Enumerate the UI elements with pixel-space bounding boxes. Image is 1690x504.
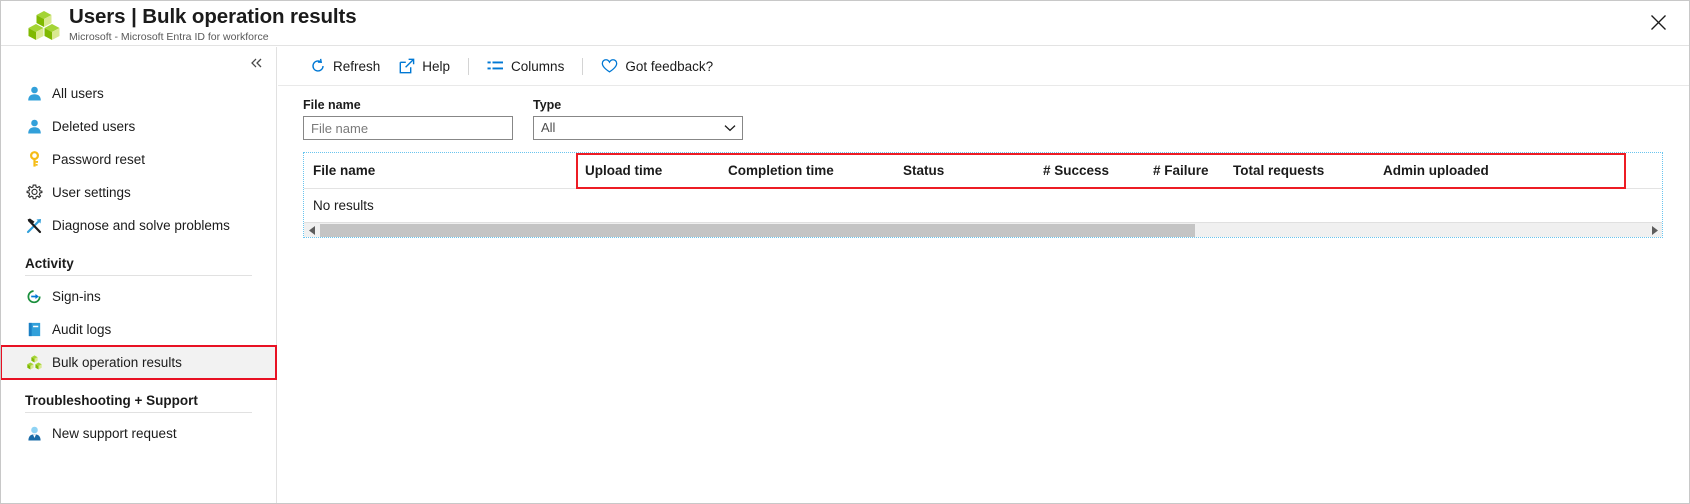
- results-table-region: File name Upload time Completion time St…: [303, 152, 1663, 238]
- sidebar-section-troubleshooting-title: Troubleshooting + Support: [1, 393, 276, 408]
- filter-bar: File name Type All: [278, 86, 1690, 140]
- type-select[interactable]: All: [533, 116, 743, 140]
- toolbar-separator: [468, 58, 469, 75]
- external-link-icon: [398, 58, 415, 75]
- sign-in-arrow-icon: [25, 288, 43, 306]
- chevron-double-left-icon[interactable]: [246, 53, 268, 73]
- triangle-right-icon[interactable]: [1646, 223, 1662, 238]
- sidebar-item-label: Password reset: [52, 152, 145, 167]
- sidebar-item-bulk-operation-results[interactable]: Bulk operation results: [1, 346, 276, 379]
- sidebar-item-label: New support request: [52, 426, 177, 441]
- column-header-completion-time[interactable]: Completion time: [719, 163, 894, 178]
- scrollbar-track[interactable]: [320, 224, 1646, 237]
- sidebar-item-label: Bulk operation results: [52, 355, 182, 370]
- horizontal-scrollbar[interactable]: [304, 222, 1662, 237]
- sidebar-item-label: Deleted users: [52, 119, 135, 134]
- bulk-operation-icon: [25, 354, 43, 372]
- type-select-wrap: All: [533, 116, 743, 140]
- sidebar-item-user-settings[interactable]: User settings: [1, 176, 276, 209]
- close-icon[interactable]: [1643, 7, 1673, 37]
- column-header-status[interactable]: Status: [894, 163, 1034, 178]
- users-cubes-icon: [25, 5, 63, 43]
- got-feedback-button[interactable]: Got feedback?: [592, 51, 722, 81]
- heart-icon: [601, 58, 618, 75]
- columns-button[interactable]: Columns: [478, 51, 573, 81]
- sidebar-item-label: All users: [52, 86, 104, 101]
- sidebar: All users Deleted users Pa: [1, 47, 277, 504]
- table-empty-row: No results: [304, 189, 1662, 222]
- column-header-success-count[interactable]: # Success: [1034, 163, 1144, 178]
- file-name-input[interactable]: [303, 116, 513, 140]
- column-header-file-name[interactable]: File name: [304, 163, 576, 178]
- sidebar-item-diagnose-and-solve-problems[interactable]: Diagnose and solve problems: [1, 209, 276, 242]
- book-icon: [25, 321, 43, 339]
- sidebar-item-all-users[interactable]: All users: [1, 77, 276, 110]
- sidebar-item-label: Diagnose and solve problems: [52, 218, 230, 233]
- column-header-admin-uploaded[interactable]: Admin uploaded: [1374, 163, 1534, 178]
- sidebar-divider: [25, 412, 252, 413]
- refresh-label: Refresh: [333, 59, 380, 74]
- sidebar-item-label: Audit logs: [52, 322, 111, 337]
- sidebar-divider: [25, 275, 252, 276]
- support-person-icon: [25, 425, 43, 443]
- gear-icon: [25, 184, 43, 202]
- help-label: Help: [422, 59, 450, 74]
- sidebar-item-deleted-users[interactable]: Deleted users: [1, 110, 276, 143]
- table-header-row: File name Upload time Completion time St…: [304, 153, 1662, 189]
- file-name-label: File name: [303, 98, 513, 112]
- sidebar-item-label: Sign-ins: [52, 289, 101, 304]
- file-name-filter-group: File name: [303, 98, 513, 140]
- type-filter-group: Type All: [533, 98, 743, 140]
- column-header-upload-time[interactable]: Upload time: [576, 163, 719, 178]
- got-feedback-label: Got feedback?: [625, 59, 713, 74]
- sidebar-item-label: User settings: [52, 185, 131, 200]
- sidebar-item-password-reset[interactable]: Password reset: [1, 143, 276, 176]
- column-header-failure-count[interactable]: # Failure: [1144, 163, 1224, 178]
- toolbar-separator: [582, 58, 583, 75]
- sidebar-item-new-support-request[interactable]: New support request: [1, 417, 276, 450]
- column-header-total-requests[interactable]: Total requests: [1224, 163, 1374, 178]
- help-button[interactable]: Help: [389, 51, 459, 81]
- title-text-group: Users | Bulk operation results Microsoft…: [69, 4, 357, 44]
- sidebar-item-sign-ins[interactable]: Sign-ins: [1, 280, 276, 313]
- sidebar-item-audit-logs[interactable]: Audit logs: [1, 313, 276, 346]
- type-label: Type: [533, 98, 743, 112]
- columns-icon: [487, 58, 504, 75]
- results-table: File name Upload time Completion time St…: [304, 153, 1662, 222]
- command-toolbar: Refresh Help: [278, 47, 1690, 86]
- scrollbar-thumb[interactable]: [320, 224, 1195, 237]
- no-results-message: No results: [313, 198, 374, 213]
- page-title: Users | Bulk operation results: [69, 4, 357, 29]
- key-icon: [25, 151, 43, 169]
- refresh-icon: [309, 58, 326, 75]
- page-subtitle: Microsoft - Microsoft Entra ID for workf…: [69, 30, 357, 44]
- azure-portal-blade: Users | Bulk operation results Microsoft…: [0, 0, 1690, 504]
- sidebar-section-activity-title: Activity: [1, 256, 276, 271]
- wrench-screwdriver-icon: [25, 217, 43, 235]
- user-icon: [25, 118, 43, 136]
- user-icon: [25, 85, 43, 103]
- title-bar: Users | Bulk operation results Microsoft…: [1, 1, 1690, 46]
- columns-label: Columns: [511, 59, 564, 74]
- main-content: Refresh Help: [278, 47, 1690, 504]
- triangle-left-icon[interactable]: [304, 223, 320, 238]
- refresh-button[interactable]: Refresh: [300, 51, 389, 81]
